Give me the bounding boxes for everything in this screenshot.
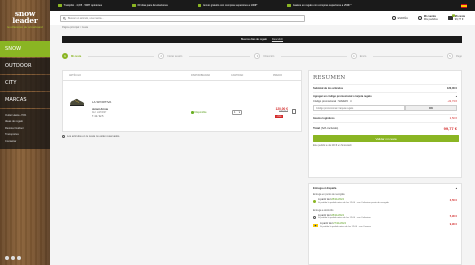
instagram-icon[interactable] bbox=[11, 256, 15, 260]
nav-link-gift-ideas[interactable]: Ideas de regalo bbox=[5, 120, 50, 123]
site-logo[interactable]: snow leader la référence du snowboard bbox=[4, 10, 46, 29]
trash-icon[interactable] bbox=[292, 109, 296, 114]
search-icon bbox=[63, 16, 66, 20]
star-icon bbox=[58, 4, 62, 7]
product-image[interactable] bbox=[69, 97, 85, 107]
home-section-title: Entrega a domicilio bbox=[313, 208, 334, 212]
checkout-steps: 1 Mi cesta 2 Iniciar sesión 3 Dirección 4 En… bbox=[62, 50, 462, 62]
site-header: ESPAÑA Mi cuentaMis pedidos 1Mi cesta99,… bbox=[50, 11, 475, 25]
chevron-down-icon: ▾ bbox=[238, 111, 240, 114]
youtube-icon[interactable] bbox=[17, 256, 21, 260]
applied-promo-label: Código promocional : SAVE15 bbox=[313, 100, 348, 103]
promo-discount-value: -22,73 € bbox=[447, 100, 457, 103]
promo-ok-button[interactable]: OK bbox=[405, 105, 457, 111]
cart-table: ARTÍCULO DISPONIBILIDAD CANTIDAD PRECIO … bbox=[62, 70, 302, 132]
search-bar bbox=[60, 14, 305, 22]
language-selector[interactable]: ESPAÑA bbox=[391, 16, 408, 20]
snowcash-note: Este pedido te da 100 € en Snowcash bbox=[313, 145, 352, 147]
info-icon bbox=[62, 135, 65, 138]
nav-link-magazine[interactable]: Revista Outdoor bbox=[5, 127, 50, 130]
cart-table-header: ARTÍCULO DISPONIBILIDAD CANTIDAD PRECIO bbox=[63, 71, 301, 81]
nav-link-contact[interactable]: Contactar bbox=[5, 140, 50, 143]
promo-banner: Buenos días de regalo Descubrir bbox=[62, 36, 462, 43]
shipping-header[interactable]: Entrega en España ▴ bbox=[313, 187, 457, 190]
correos-logo-icon bbox=[313, 223, 318, 227]
shipping-option-pickup[interactable]: A partir del 28/11/2024 Si pedido lo ped… bbox=[313, 198, 457, 207]
total-row: Total (IVA incluido) 99,77 € bbox=[313, 122, 457, 134]
total-value: 99,77 € bbox=[443, 126, 457, 131]
cart-reservation-note: Los artículos en tu cesta no están reser… bbox=[62, 135, 120, 138]
radio-pickup[interactable] bbox=[313, 200, 316, 203]
globe-icon bbox=[391, 16, 396, 20]
remove-promo-icon[interactable]: ✕ bbox=[350, 100, 352, 103]
nav-item-outdoor[interactable]: OUTDOOR bbox=[0, 58, 50, 74]
col-quantity: CANTIDAD bbox=[231, 74, 244, 77]
breadcrumb[interactable]: Página principal > Cesta bbox=[62, 26, 88, 29]
cart-item-row: LA SPORTIVA Jeroni Arrow Ref. LAP0097 T.… bbox=[63, 81, 301, 131]
col-article: ARTÍCULO bbox=[69, 74, 82, 77]
col-availability: DISPONIBILIDAD bbox=[191, 74, 211, 77]
nav-item-marcas[interactable]: MARCAS bbox=[0, 92, 50, 108]
promo-code-input[interactable] bbox=[313, 105, 405, 111]
logo-wordmark: snow leader bbox=[12, 9, 38, 25]
promo-input-row: OK bbox=[313, 105, 457, 111]
shipping-options: Entrega en España ▴ Entrega en punto de r… bbox=[308, 183, 462, 265]
nav-link-transport[interactable]: Transportes bbox=[5, 133, 50, 136]
product-brand[interactable]: LA SPORTIVA bbox=[92, 100, 111, 104]
order-summary: RESUMEN Subtotal de los artículos 120,00 … bbox=[308, 70, 462, 178]
user-icon bbox=[417, 16, 422, 20]
nav-link-outlet[interactable]: Outlet Hasta -70% bbox=[5, 114, 50, 117]
gift-info: Gastos en regalo con compras superiores … bbox=[287, 4, 351, 7]
shipping-option-home[interactable]: A partir del 28/11/2024 Si pedido lo ped… bbox=[313, 214, 457, 223]
step-address: 3 Dirección bbox=[254, 53, 350, 59]
pickup-section-title: Entrega en punto de recogida bbox=[313, 193, 345, 196]
subtotal-row: Subtotal de los artículos 120,00 € bbox=[313, 84, 457, 92]
chevron-up-icon: ▴ bbox=[455, 187, 457, 190]
free-shipping-info: Envío gratuito con compras superiores a … bbox=[197, 4, 257, 7]
sidebar: snow leader la référence du snowboard SN… bbox=[0, 0, 50, 265]
promo-link[interactable]: Descubrir bbox=[272, 38, 283, 41]
in-stock-icon bbox=[191, 111, 194, 114]
cart-icon: 1 bbox=[447, 14, 455, 20]
logo-tagline: la référence du snowboard bbox=[7, 25, 43, 29]
promo-text: Buenos días de regalo bbox=[240, 38, 267, 41]
cart-count-badge: 1 bbox=[451, 14, 455, 17]
trustpilot-rating[interactable]: Trustpilot · 4,6/5 · 5087 opiniones bbox=[58, 4, 102, 7]
cart-link[interactable]: 1 Mi cesta 99,77 € bbox=[447, 14, 465, 21]
product-old-price: 160,00 € bbox=[279, 111, 288, 113]
header-links: ESPAÑA Mi cuenta Mis pedidos 1 Mi cesta 99,… bbox=[391, 14, 465, 21]
account-link[interactable]: Mi cuenta Mis pedidos bbox=[417, 15, 438, 21]
product-size: T. 42 / 42.5 bbox=[92, 116, 104, 118]
nav-item-city[interactable]: CITY bbox=[0, 75, 50, 91]
step-shipping: 4 Envío bbox=[350, 53, 447, 59]
quantity-select[interactable]: 1 ▾ bbox=[232, 110, 242, 115]
step-cart: 1 Mi cesta bbox=[62, 53, 158, 59]
shipping-cost-row: Gastos logísticos 2,50 € bbox=[313, 114, 457, 122]
nav-item-snow[interactable]: SNOW bbox=[0, 41, 50, 57]
checkout-button[interactable]: Validar mi cesta bbox=[313, 135, 459, 142]
summary-title: RESUMEN bbox=[313, 75, 346, 81]
main-nav: SNOW OUTDOOR CITY MARCAS Outlet Hasta -7… bbox=[0, 41, 50, 150]
promo-add-toggle[interactable]: Agregar un código promocional o tarjeta … bbox=[313, 92, 457, 100]
top-info-bar: Trustpilot · 4,6/5 · 5087 opiniones 60 d… bbox=[50, 0, 475, 11]
product-name[interactable]: Jeroni Arrow bbox=[92, 108, 108, 111]
search-input[interactable] bbox=[68, 16, 268, 20]
gift-icon bbox=[287, 4, 291, 7]
discount-badge: -25% bbox=[275, 115, 284, 118]
facebook-icon[interactable] bbox=[5, 256, 9, 260]
availability-status: Disponible bbox=[191, 111, 207, 114]
chevron-up-icon: ▴ bbox=[455, 95, 457, 98]
col-price: PRECIO bbox=[273, 74, 283, 77]
nav-sub-links: Outlet Hasta -70% Ideas de regalo Revist… bbox=[0, 109, 50, 150]
shipping-option-correos[interactable]: A partir del 27/11/2024 Si pedido lo ped… bbox=[313, 222, 457, 231]
spain-flag-icon[interactable] bbox=[461, 3, 467, 8]
step-login: 2 Iniciar sesión bbox=[158, 53, 254, 59]
return-icon bbox=[132, 4, 136, 7]
social-links bbox=[5, 256, 21, 260]
step-payment: 5 Pago bbox=[446, 53, 462, 59]
product-ref: Ref. LAP0097 bbox=[92, 112, 107, 114]
truck-icon bbox=[197, 4, 202, 7]
returns-info: 60 días para devoluciones bbox=[132, 4, 168, 7]
radio-home[interactable] bbox=[313, 215, 316, 219]
